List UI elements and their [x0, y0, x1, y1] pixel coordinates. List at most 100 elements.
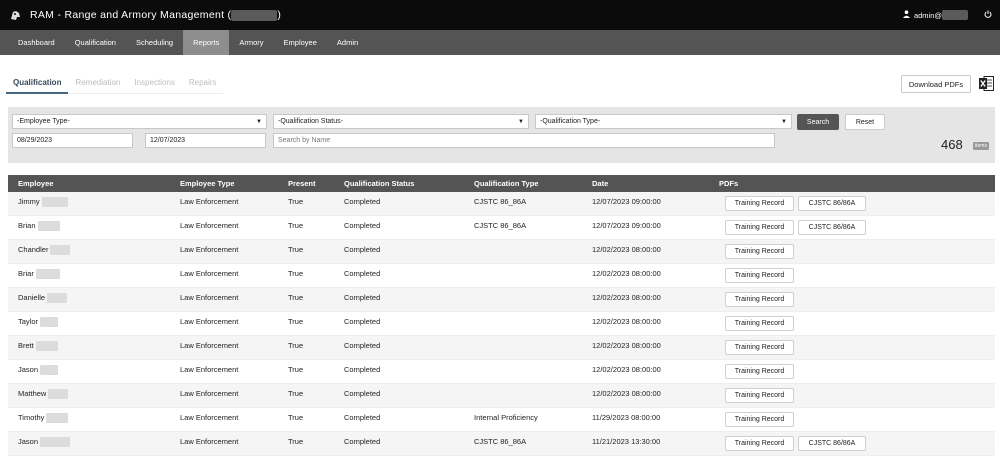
training-record-button[interactable]: Training Record: [725, 220, 794, 235]
tab-repairs[interactable]: Repairs: [181, 78, 224, 94]
cjstc-86-86a-button[interactable]: CJSTC 86/86A: [798, 196, 866, 211]
cell-employee: Brian: [18, 216, 60, 239]
training-record-button[interactable]: Training Record: [725, 412, 794, 427]
cjstc-86-86a-button[interactable]: CJSTC 86/86A: [798, 220, 866, 235]
nav-qualification[interactable]: Qualification: [65, 30, 126, 55]
training-record-button[interactable]: Training Record: [725, 364, 794, 379]
training-record-button[interactable]: Training Record: [725, 340, 794, 355]
training-record-button[interactable]: Training Record: [725, 388, 794, 403]
header-qualification-type[interactable]: Qualification Type: [474, 175, 538, 192]
cell-date: 12/02/2023 08:00:00: [592, 312, 661, 335]
items-badge: items: [973, 142, 989, 150]
cell-date-text: 12/02/2023 08:00:00: [592, 389, 661, 398]
cell-employee: Jason: [18, 360, 59, 383]
cell-date-text: 11/29/2023 08:00:00: [592, 413, 661, 422]
app-logo-icon: [8, 8, 22, 22]
cell-date-text: 12/07/2023 09:00:00: [592, 221, 661, 230]
cell-qualification-status-text: Completed: [344, 197, 381, 206]
cell-qualification-status: Completed: [344, 360, 380, 383]
start-date-input[interactable]: 08/29/2023: [12, 133, 133, 148]
table-row: Brett Law Enforcement True Completed 12/02/2…: [8, 336, 995, 360]
cell-present: True: [288, 336, 303, 359]
cell-qualification-status-text: Completed: [344, 413, 381, 422]
nav-admin[interactable]: Admin: [327, 30, 368, 55]
cell-date: 12/02/2023 08:00:00: [592, 336, 661, 359]
cell-present: True: [288, 192, 303, 215]
search-button[interactable]: Search: [797, 114, 839, 130]
search-by-name-input[interactable]: Search by Name: [273, 133, 775, 148]
excel-icon[interactable]: [979, 75, 994, 92]
cell-employee-text: Briar: [18, 269, 34, 278]
nav-armory[interactable]: Armory: [229, 30, 273, 55]
cell-present-text: True: [288, 245, 304, 254]
cell-employee-text: Danielle: [18, 293, 46, 302]
training-record-button[interactable]: Training Record: [725, 316, 794, 331]
cell-employee: Matthew: [18, 384, 69, 407]
table-row: Brian Law Enforcement True Completed CJSTC 8…: [8, 216, 995, 240]
filter-panel: -Employee Type- ▼ -Qualification Status-…: [8, 107, 995, 163]
training-record-button[interactable]: Training Record: [725, 196, 794, 211]
redacted-block: [48, 389, 69, 399]
cell-present: True: [288, 216, 303, 239]
user-menu[interactable]: admin@: [902, 10, 992, 20]
end-date-input[interactable]: 12/07/2023: [145, 133, 266, 148]
nav-dashboard[interactable]: Dashboard: [8, 30, 65, 55]
cell-qualification-type-text: CJSTC 86_86A: [474, 437, 527, 446]
tab-qualification[interactable]: Qualification: [6, 78, 69, 94]
cjstc-86-86a-button[interactable]: CJSTC 86/86A: [798, 436, 866, 451]
tab-remediation[interactable]: Remediation: [68, 78, 128, 94]
cell-qualification-status-text: Completed: [344, 341, 381, 350]
training-record-button[interactable]: Training Record: [725, 292, 794, 307]
cell-employee-type: Law Enforcement: [180, 336, 238, 359]
nav-employee[interactable]: Employee: [274, 30, 327, 55]
header-present[interactable]: Present: [288, 175, 316, 192]
training-record-button[interactable]: Training Record: [725, 268, 794, 283]
training-record-button[interactable]: Training Record: [725, 436, 794, 451]
redacted-block: [40, 437, 71, 447]
cell-qualification-status: Completed: [344, 336, 380, 359]
cell-qualification-status-text: Completed: [344, 437, 381, 446]
employee-type-select[interactable]: -Employee Type- ▼: [12, 114, 267, 129]
training-record-button[interactable]: Training Record: [725, 244, 794, 259]
qualification-status-select[interactable]: -Qualification Status- ▼: [273, 114, 529, 129]
cell-employee-text: Chandler: [18, 245, 49, 254]
header-employee-type[interactable]: Employee Type: [180, 175, 234, 192]
nav-scheduling[interactable]: Scheduling: [126, 30, 183, 55]
qualification-type-select[interactable]: -Qualification Type- ▼: [535, 114, 792, 129]
cell-date: 12/02/2023 08:00:00: [592, 288, 661, 311]
cell-qualification-status: Completed: [344, 240, 380, 263]
cell-employee-type-text: Law Enforcement: [180, 269, 239, 278]
header-qualification-status[interactable]: Qualification Status: [344, 175, 414, 192]
nav-reports[interactable]: Reports: [183, 30, 230, 55]
cell-employee-type-text: Law Enforcement: [180, 437, 239, 446]
cell-qualification-status-text: Completed: [344, 269, 381, 278]
cell-employee-type: Law Enforcement: [180, 288, 238, 311]
power-icon[interactable]: [984, 10, 992, 20]
caret-down-icon: ▼: [256, 118, 262, 125]
redacted-block: [41, 197, 68, 207]
reset-button[interactable]: Reset: [845, 114, 885, 130]
cell-present-text: True: [288, 197, 304, 206]
cell-date: 12/02/2023 08:00:00: [592, 264, 661, 287]
table-row: Jimmy Law Enforcement True Completed CJSTC 8…: [8, 192, 995, 216]
cell-employee-type: Law Enforcement: [180, 240, 238, 263]
table-row: Jason Law Enforcement True Completed CJSTC 8…: [8, 432, 995, 456]
cell-employee-type: Law Enforcement: [180, 264, 238, 287]
cell-employee-type-text: Law Enforcement: [180, 221, 239, 230]
cell-employee-type: Law Enforcement: [180, 360, 238, 383]
user-icon: [902, 10, 910, 20]
header-employee[interactable]: Employee: [18, 175, 53, 192]
download-pdfs-button[interactable]: Download PDFs: [901, 75, 971, 93]
tab-inspections[interactable]: Inspections: [127, 78, 182, 94]
cell-employee: Brett: [18, 336, 58, 359]
cell-employee-text: Brian: [18, 221, 36, 230]
header-date[interactable]: Date: [592, 175, 608, 192]
table-row: Briar Law Enforcement True Completed 12/02/2…: [8, 264, 995, 288]
cell-employee-type: Law Enforcement: [180, 192, 238, 215]
cell-qualification-status: Completed: [344, 384, 380, 407]
cell-employee-type-text: Law Enforcement: [180, 245, 239, 254]
table-row: Chandler Law Enforcement True Completed 12/0…: [8, 240, 995, 264]
qualification-type-value: -Qualification Type-: [540, 118, 601, 125]
redacted-block: [37, 221, 60, 231]
user-label: admin@: [913, 10, 942, 20]
